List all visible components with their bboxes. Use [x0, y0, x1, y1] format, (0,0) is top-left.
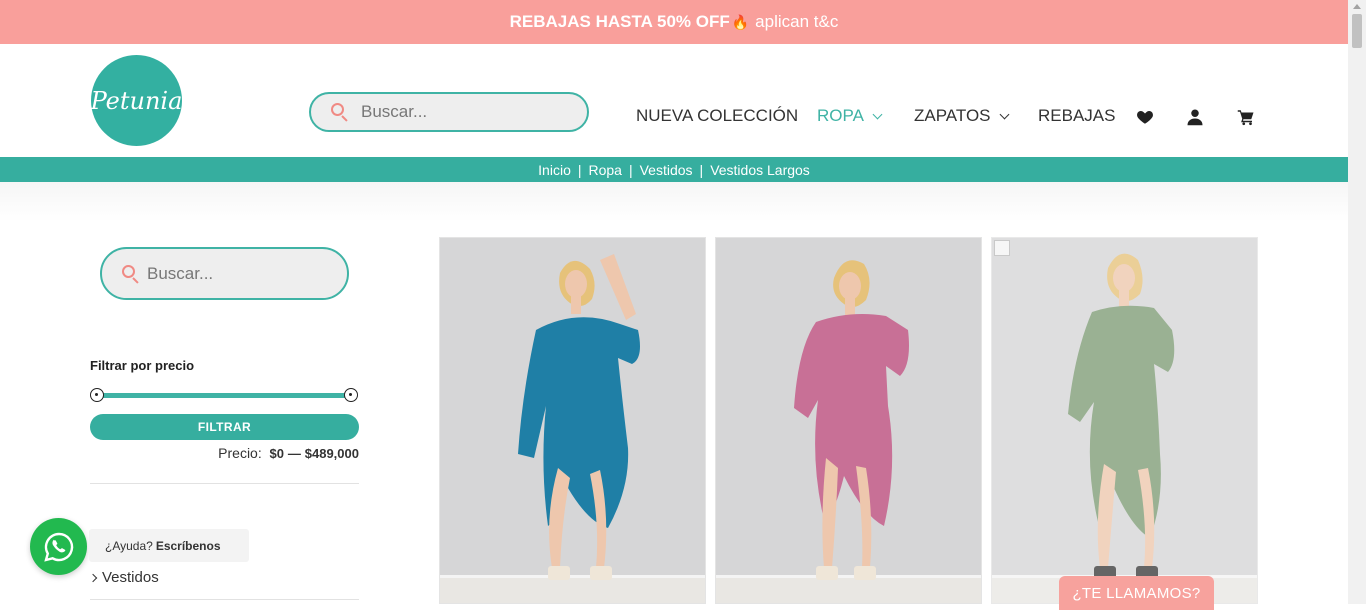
product-card[interactable] — [439, 237, 706, 604]
call-me-button[interactable]: ¿TE LLAMAMOS? — [1059, 576, 1214, 610]
category-label: Vestidos — [102, 569, 159, 586]
site-header: Petunia NUEVA COLECCIÓN ROPA ZAPATOS REB… — [0, 44, 1348, 157]
filter-title: Filtrar por precio — [90, 358, 195, 373]
cart-icon[interactable] — [1237, 108, 1255, 126]
promo-banner: REBAJAS HASTA 50% OFF 🔥 aplican t&c — [0, 0, 1348, 44]
logo-text: Petunia — [90, 86, 183, 115]
header-search-input[interactable] — [361, 102, 561, 122]
whatsapp-question: ¿Ayuda? — [105, 538, 153, 553]
search-icon — [331, 103, 349, 122]
header-search[interactable] — [309, 92, 589, 132]
header-shadow — [0, 182, 1348, 222]
category-vestidos[interactable]: Vestidos — [88, 569, 159, 586]
price-slider-min-handle[interactable] — [90, 388, 104, 402]
chevron-down-icon — [999, 109, 1009, 119]
product-card[interactable] — [991, 237, 1258, 604]
price-label: Precio: — [218, 445, 262, 461]
promo-text-bold: REBAJAS HASTA 50% OFF — [509, 12, 730, 31]
chevron-right-icon — [88, 573, 98, 582]
product-image — [794, 260, 909, 580]
product-image — [518, 254, 640, 580]
search-icon — [122, 264, 139, 284]
product-card[interactable] — [715, 237, 982, 604]
nav-label: NUEVA COLECCIÓN — [636, 106, 799, 125]
breadcrumb-inicio[interactable]: Inicio — [538, 162, 571, 178]
whatsapp-button[interactable] — [30, 518, 87, 575]
heart-icon[interactable] — [1136, 108, 1154, 126]
logo[interactable]: Petunia — [91, 55, 182, 146]
user-icon[interactable] — [1186, 108, 1204, 126]
nav-nueva-coleccion[interactable]: NUEVA COLECCIÓN — [636, 106, 798, 126]
nav-label: ZAPATOS — [914, 106, 991, 125]
price-slider[interactable] — [90, 387, 359, 403]
scrollbar[interactable] — [1348, 0, 1366, 604]
whatsapp-help-bubble[interactable]: ¿Ayuda? Escríbenos — [89, 529, 249, 562]
price-range: Precio: $0 — $489,000 — [90, 445, 359, 461]
price-sep: — — [287, 446, 301, 461]
sidebar-search-input[interactable] — [147, 263, 347, 284]
nav-ropa[interactable]: ROPA — [817, 106, 883, 126]
sidebar-divider — [90, 599, 359, 600]
price-min: $0 — [269, 446, 284, 461]
dress — [518, 317, 640, 528]
dress — [794, 314, 909, 526]
breadcrumb-ropa[interactable]: Ropa — [589, 162, 622, 178]
breadcrumb: Inicio | Ropa | Vestidos | Vestidos Largos — [0, 157, 1348, 182]
flame-icon: 🔥 — [731, 13, 750, 30]
filter-button[interactable]: FILTRAR — [90, 414, 359, 440]
scroll-up-arrow-icon[interactable] — [1353, 4, 1361, 9]
price-slider-max-handle[interactable] — [344, 388, 358, 402]
nav-rebajas[interactable]: REBAJAS — [1038, 106, 1115, 126]
product-image — [1068, 253, 1175, 580]
promo-text: aplican t&c — [755, 12, 839, 31]
chevron-down-icon — [872, 109, 883, 119]
nav-zapatos[interactable]: ZAPATOS — [914, 106, 1009, 126]
nav-label: REBAJAS — [1038, 106, 1116, 125]
whatsapp-action: Escríbenos — [155, 538, 221, 553]
breadcrumb-current: Vestidos Largos — [710, 161, 810, 178]
price-slider-track — [97, 393, 351, 398]
dress — [1068, 305, 1175, 538]
sidebar-divider — [90, 483, 359, 484]
whatsapp-icon — [43, 532, 73, 562]
sidebar-search[interactable] — [100, 247, 349, 300]
nav-label: ROPA — [817, 106, 864, 125]
scrollbar-thumb[interactable] — [1352, 14, 1362, 48]
breadcrumb-vestidos[interactable]: Vestidos — [640, 162, 693, 178]
price-max: $489,000 — [304, 446, 359, 461]
